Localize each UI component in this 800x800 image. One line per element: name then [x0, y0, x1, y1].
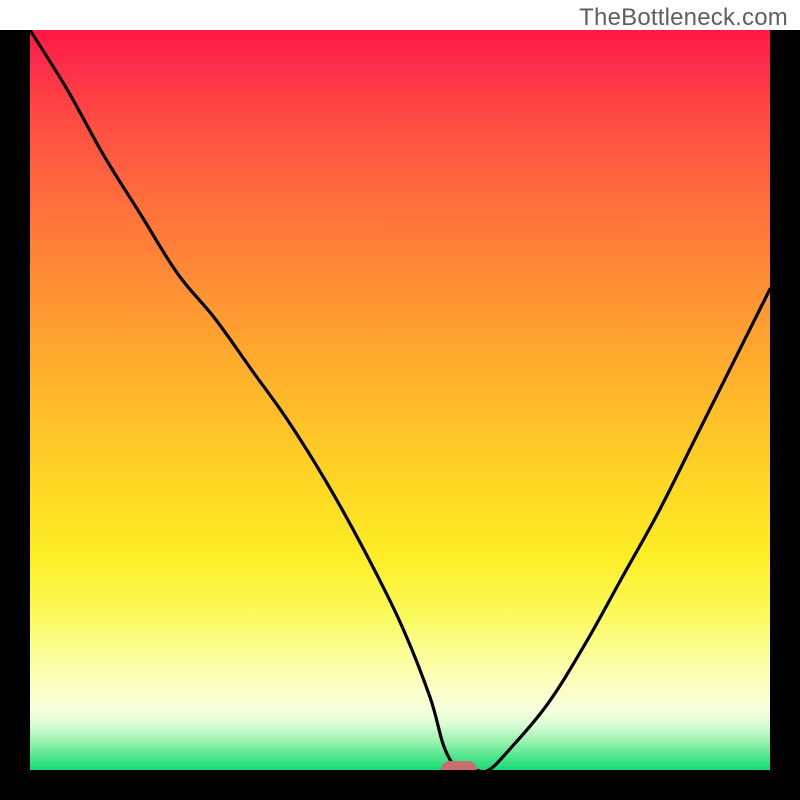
watermark-text: TheBottleneck.com: [579, 4, 788, 32]
curve-svg: [30, 30, 770, 770]
frame-bottom: [0, 770, 800, 800]
plot-area: [30, 30, 770, 770]
frame-left: [0, 30, 30, 800]
chart-stage: TheBottleneck.com: [0, 0, 800, 800]
optimal-point-marker: [441, 761, 477, 770]
frame-right: [770, 30, 800, 800]
chart-frame: [0, 30, 800, 800]
bottleneck-curve: [30, 30, 770, 770]
